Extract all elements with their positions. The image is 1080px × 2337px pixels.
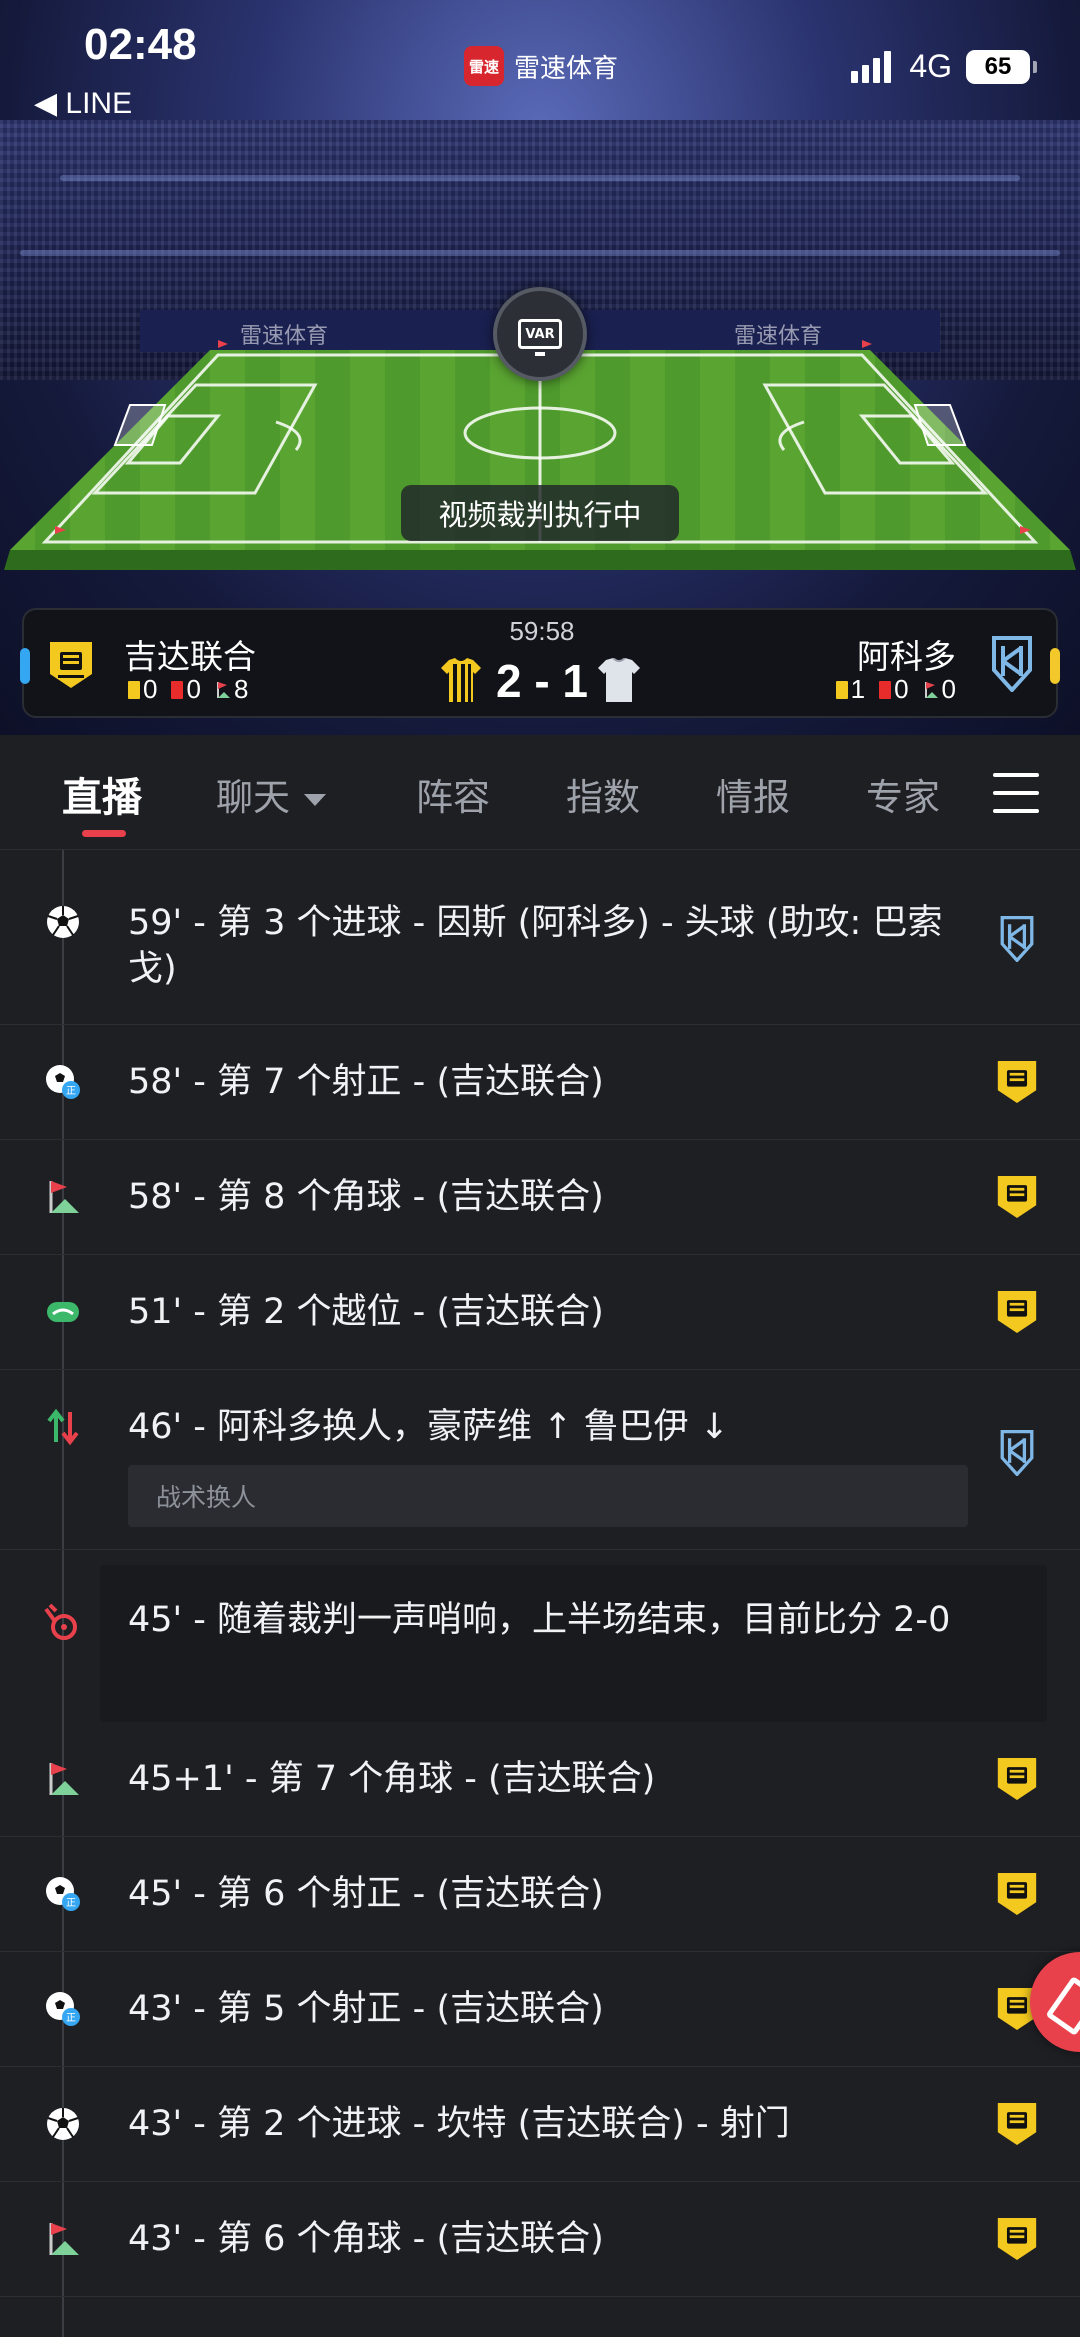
red-card-icon	[879, 680, 892, 699]
tab-lineup[interactable]: 阵容	[416, 767, 490, 821]
scoreboard: 吉达联合 0 0 8 59:58 2 - 1 阿科多 1 0 0	[20, 608, 1060, 718]
event-row[interactable]: 51' - 第 2 个越位 - (吉达联合)	[0, 1255, 1080, 1370]
chevron-down-icon	[304, 793, 326, 806]
event-row[interactable]: 46' - 阿科多换人，豪萨维 ↑ 鲁巴伊 ↓ 战术换人	[0, 1370, 1080, 1550]
home-team-crest-icon	[997, 1061, 1037, 1103]
tab-experts[interactable]: 专家	[866, 767, 940, 821]
away-yellow-cards: 1	[850, 674, 866, 704]
tab-chat-label: 聊天	[216, 776, 290, 819]
event-row[interactable]: 43' - 第 2 个进球 - 坎特 (吉达联合) - 射门	[0, 2067, 1080, 2182]
svg-text:正: 正	[66, 1086, 76, 1097]
signal-icon	[851, 50, 895, 83]
menu-icon[interactable]	[993, 773, 1039, 813]
home-team-crest-icon	[997, 2218, 1037, 2260]
tab-chat[interactable]: 聊天	[216, 767, 326, 821]
tab-odds[interactable]: 指数	[566, 767, 640, 821]
goal-icon	[44, 2105, 82, 2143]
away-corners: 0	[941, 674, 956, 704]
var-status-text: 视频裁判执行中	[438, 498, 642, 532]
corner-flag-icon	[44, 2220, 82, 2258]
app-name: 雷速体育	[514, 53, 619, 84]
network-type: 4G	[909, 48, 952, 84]
event-text: 43' - 第 5 个射正 - (吉达联合)	[128, 1989, 604, 2029]
back-to-line-link[interactable]: ◀ LINE	[34, 86, 132, 121]
event-row[interactable]: 正 58' - 第 7 个射正 - (吉达联合)	[0, 1025, 1080, 1140]
event-text: 45' - 第 6 个射正 - (吉达联合)	[128, 1874, 604, 1914]
home-team-crest-icon	[997, 1176, 1037, 1218]
event-row-highlighted[interactable]: 45' - 随着裁判一声哨响，上半场结束，目前比分 2-0	[44, 1565, 1047, 1722]
event-row[interactable]: 正 45' - 第 6 个射正 - (吉达联合)	[0, 1837, 1080, 1952]
battery-icon: 65	[966, 49, 1037, 84]
corner-flag-icon	[44, 1760, 82, 1798]
shot-on-target-icon: 正	[44, 1063, 82, 1101]
offside-icon	[44, 1293, 82, 1331]
event-text: 58' - 第 7 个射正 - (吉达联合)	[128, 1062, 604, 1102]
away-team-crest-icon	[1000, 1430, 1034, 1476]
event-text: 59' - 第 3 个进球 - 因斯 (阿科多) - 头球 (助攻: 巴索戈)	[128, 903, 943, 989]
event-text: 43' - 第 6 个角球 - (吉达联合)	[128, 2219, 604, 2259]
event-row[interactable]: 45+1' - 第 7 个角球 - (吉达联合)	[0, 1722, 1080, 1837]
away-team-crest-icon	[1000, 916, 1034, 962]
goal-icon	[44, 903, 82, 941]
home-team-crest-icon	[997, 1758, 1037, 1800]
event-note: 战术换人	[128, 1465, 968, 1527]
corner-icon	[924, 681, 938, 698]
event-text: 45+1' - 第 7 个角球 - (吉达联合)	[128, 1759, 656, 1799]
var-label: VAR	[525, 326, 555, 342]
stadium-header: 雷速体育 雷速体育 02:48 ◀ LINE 雷速 雷速体育 4G 65 VAR…	[0, 0, 1080, 735]
event-row[interactable]: 59' - 第 3 个进球 - 因斯 (阿科多) - 头球 (助攻: 巴索戈)	[0, 850, 1080, 1025]
app-logo: 雷速	[464, 46, 504, 86]
event-text: 51' - 第 2 个越位 - (吉达联合)	[128, 1292, 604, 1332]
away-red-cards: 0	[894, 674, 909, 704]
match-tabs: 直播 聊天 阵容 指数 情报 专家	[0, 735, 1080, 850]
tab-intel[interactable]: 情报	[716, 767, 790, 821]
status-indicators: 4G 65	[851, 48, 1037, 85]
substitution-icon	[44, 1408, 82, 1446]
home-team-crest-icon	[997, 1873, 1037, 1915]
shot-on-target-icon: 正	[44, 1875, 82, 1913]
home-team-crest-icon	[997, 2103, 1037, 2145]
live-event-feed[interactable]: 59' - 第 3 个进球 - 因斯 (阿科多) - 头球 (助攻: 巴索戈) …	[0, 850, 1080, 2337]
away-team-name[interactable]: 阿科多	[857, 630, 956, 678]
event-row[interactable]: 58' - 第 8 个角球 - (吉达联合)	[0, 1140, 1080, 1255]
active-tab-indicator	[82, 830, 126, 837]
svg-text:正: 正	[66, 1898, 76, 1909]
away-jersey-icon	[598, 658, 640, 702]
var-status-pill: 视频裁判执行中	[401, 485, 679, 541]
event-text: 43' - 第 2 个进球 - 坎特 (吉达联合) - 射门	[128, 2104, 790, 2144]
away-team-crest-icon[interactable]	[990, 636, 1034, 692]
event-row[interactable]: 43' - 第 6 个角球 - (吉达联合)	[0, 2182, 1080, 2297]
status-time: 02:48	[84, 20, 197, 69]
app-badge: 雷速 雷速体育	[464, 46, 618, 86]
yellow-card-icon	[835, 680, 848, 699]
event-row[interactable]: 正 43' - 第 5 个射正 - (吉达联合)	[0, 1952, 1080, 2067]
event-text: 46' - 阿科多换人，豪萨维 ↑ 鲁巴伊 ↓	[128, 1407, 730, 1447]
whistle-icon	[44, 1603, 82, 1641]
event-text: 45' - 随着裁判一声哨响，上半场结束，目前比分 2-0	[128, 1600, 951, 1640]
var-icon: VAR	[493, 287, 587, 381]
corner-flag-icon	[44, 1178, 82, 1216]
event-text: 58' - 第 8 个角球 - (吉达联合)	[128, 1177, 604, 1217]
tab-live[interactable]: 直播	[62, 765, 142, 823]
battery-level: 65	[984, 52, 1012, 80]
away-team-stats: 1 0 0	[835, 674, 956, 705]
svg-text:正: 正	[66, 2013, 76, 2024]
home-team-crest-icon	[997, 1291, 1037, 1333]
event-note-text: 战术换人	[156, 1483, 257, 1512]
shot-on-target-icon: 正	[44, 1990, 82, 2028]
